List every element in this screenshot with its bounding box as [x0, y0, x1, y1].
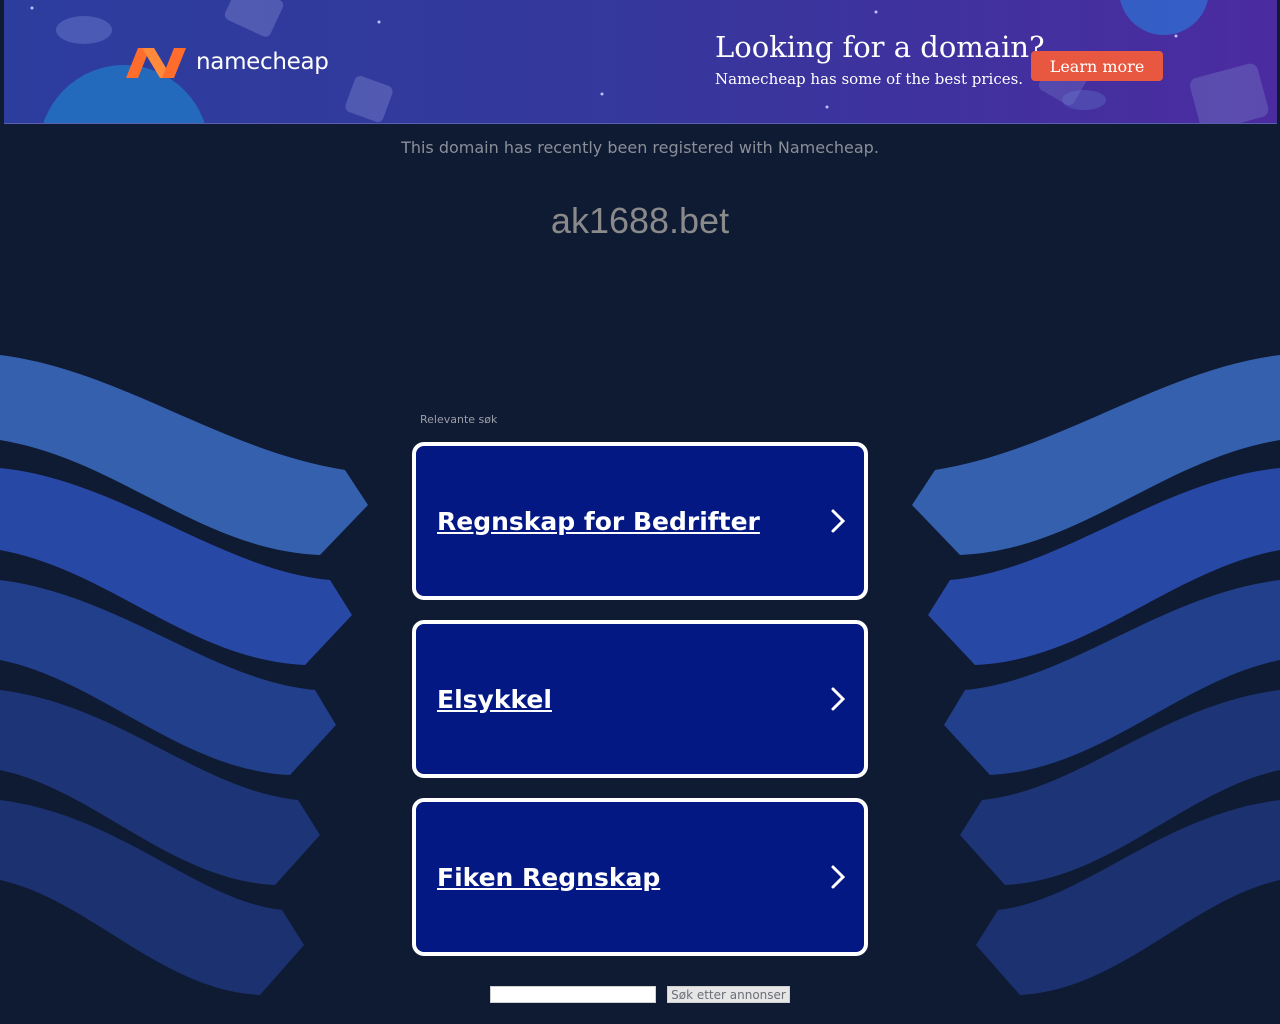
related-searches-label: Relevante søk — [420, 413, 498, 426]
namecheap-logo-icon — [126, 48, 186, 78]
related-search-link[interactable]: Regnskap for Bedrifter — [412, 442, 868, 600]
related-search-label: Elsykkel — [437, 684, 552, 714]
namecheap-banner[interactable]: namecheap Looking for a domain? Namechea… — [4, 0, 1277, 124]
namecheap-logo[interactable]: namecheap — [124, 44, 329, 80]
promo-subtitle: Namecheap has some of the best prices. — [715, 70, 1024, 88]
chevron-right-icon — [831, 865, 846, 889]
chevron-right-icon — [831, 687, 846, 711]
ad-search-button[interactable]: Søk etter annonser — [667, 986, 790, 1003]
promo-title: Looking for a domain? — [715, 30, 1045, 64]
learn-more-button[interactable]: Learn more — [1031, 51, 1163, 81]
namecheap-logo-text: namecheap — [196, 49, 329, 75]
related-search-link[interactable]: Fiken Regnskap — [412, 798, 868, 956]
related-search-label: Fiken Regnskap — [437, 862, 661, 892]
domain-name: ak1688.bet — [550, 200, 730, 241]
registered-note: This domain has recently been registered… — [401, 138, 879, 157]
related-search-label: Regnskap for Bedrifter — [437, 506, 760, 536]
ad-search-input[interactable] — [490, 986, 656, 1003]
related-search-link[interactable]: Elsykkel — [412, 620, 868, 778]
chevron-right-icon — [831, 509, 846, 533]
